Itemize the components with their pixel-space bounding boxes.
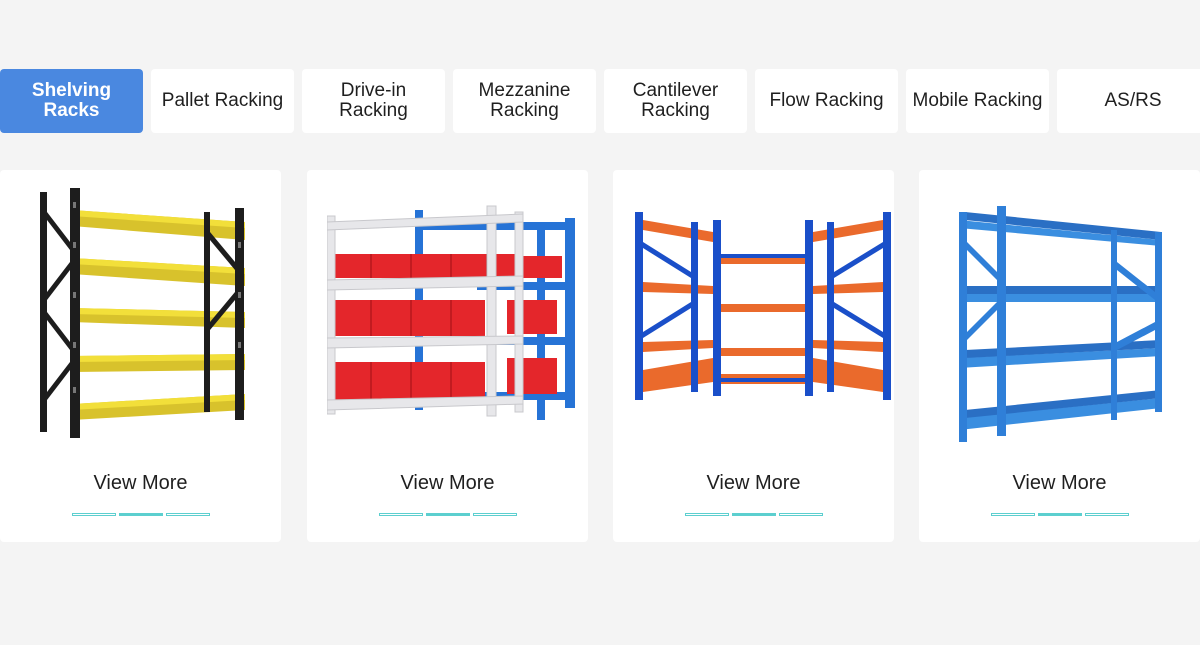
tab-mezzanine-racking[interactable]: Mezzanine Racking: [453, 69, 596, 133]
tab-asrs[interactable]: AS/RS: [1057, 69, 1200, 133]
tab-label: Drive-in Racking: [339, 80, 408, 121]
view-more-link[interactable]: View More: [0, 472, 281, 495]
slide-dot[interactable]: [990, 513, 1035, 516]
tab-mobile-racking[interactable]: Mobile Racking: [906, 69, 1049, 133]
blue-orange-corner-shelving-image: [635, 212, 891, 400]
tab-cantilever-racking[interactable]: Cantilever Racking: [604, 69, 747, 133]
slide-dot[interactable]: [1084, 513, 1129, 516]
slide-dot[interactable]: [731, 513, 776, 516]
blue-shelving-rack-image: [959, 206, 1162, 442]
tab-label: Racking: [490, 100, 559, 121]
category-tabs: Shelving Racks Pallet Racking Drive-in R…: [0, 69, 1200, 134]
tab-label: Cantilever: [632, 80, 719, 101]
slide-dot[interactable]: [472, 513, 517, 516]
slide-dot[interactable]: [378, 513, 423, 516]
view-more-link[interactable]: View More: [307, 472, 588, 495]
tab-label: Shelving Racks: [31, 80, 112, 121]
product-card[interactable]: View More: [0, 170, 281, 542]
slide-dot[interactable]: [778, 513, 823, 516]
slide-dot[interactable]: [684, 513, 729, 516]
product-cards: View More View More View More View More: [0, 170, 1200, 542]
slide-indicator: [307, 513, 588, 516]
product-card[interactable]: View More: [919, 170, 1200, 542]
tab-label: Pallet Racking: [161, 90, 284, 111]
view-more-link[interactable]: View More: [919, 472, 1200, 495]
slide-dot[interactable]: [71, 513, 116, 516]
tab-label: Mezzanine: [478, 80, 571, 101]
slide-dot[interactable]: [165, 513, 210, 516]
tab-pallet-racking[interactable]: Pallet Racking: [151, 69, 294, 133]
tab-label: Racking: [641, 100, 710, 121]
tab-drive-in-racking[interactable]: Drive-in Racking: [302, 69, 445, 133]
product-card[interactable]: View More: [613, 170, 894, 542]
slide-dot[interactable]: [425, 513, 470, 516]
tab-flow-racking[interactable]: Flow Racking: [755, 69, 898, 133]
view-more-link[interactable]: View More: [613, 472, 894, 495]
tab-shelving-racks[interactable]: Shelving Racks: [0, 69, 143, 133]
yellow-black-shelving-rack-image: [40, 188, 245, 438]
slide-dot[interactable]: [1037, 513, 1082, 516]
tab-label: Flow Racking: [769, 90, 884, 111]
slide-dot[interactable]: [118, 513, 163, 516]
slide-indicator: [919, 513, 1200, 516]
tab-label: AS/RS: [1104, 90, 1162, 111]
white-blue-shelving-with-red-bins-image: [327, 205, 575, 420]
slide-indicator: [0, 513, 281, 516]
slide-indicator: [613, 513, 894, 516]
tab-label: Mobile Racking: [912, 90, 1043, 111]
product-card[interactable]: View More: [307, 170, 588, 542]
